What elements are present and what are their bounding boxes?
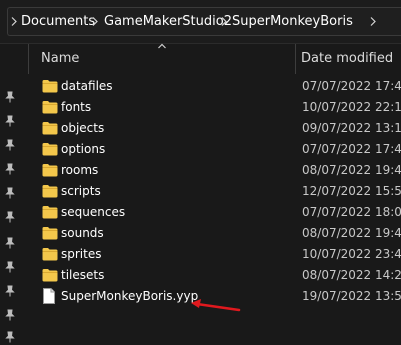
file-date-modified: 10/07/2022 23:41 — [302, 247, 401, 261]
file-name: datafiles — [61, 79, 113, 93]
folder-icon — [42, 185, 58, 198]
pin-icon[interactable] — [4, 187, 16, 199]
pin-icon[interactable] — [4, 211, 16, 223]
list-item[interactable]: options 07/07/2022 17:40 — [35, 139, 401, 160]
file-date-modified: 19/07/2022 13:53 — [302, 289, 401, 303]
pin-icon[interactable] — [4, 91, 16, 103]
file-name: fonts — [61, 100, 92, 114]
file-date-modified: 08/07/2022 19:47 — [302, 163, 401, 177]
pin-icon[interactable] — [4, 331, 16, 343]
folder-icon — [42, 206, 58, 219]
file-date-modified: 07/07/2022 18:09 — [302, 205, 401, 219]
folder-icon — [42, 269, 58, 282]
file-date-modified: 08/07/2022 19:44 — [302, 226, 401, 240]
file-name: SuperMonkeyBoris.yyp — [61, 289, 199, 303]
folder-icon — [42, 164, 58, 177]
column-divider[interactable] — [295, 44, 296, 74]
pin-icon[interactable] — [4, 237, 16, 249]
quick-access-rail — [0, 44, 22, 345]
sort-ascending-icon — [158, 43, 166, 49]
red-arrow-annotation — [191, 299, 241, 312]
chevron-right-icon[interactable] — [91, 13, 99, 30]
list-item[interactable]: sequences 07/07/2022 18:09 — [35, 202, 401, 223]
column-header-date-modified[interactable]: Date modified — [301, 44, 393, 74]
breadcrumb-item-supermonkeyboris[interactable]: SuperMonkeyBoris — [232, 13, 353, 30]
pin-icon[interactable] — [4, 261, 16, 273]
file-name: sprites — [61, 247, 102, 261]
pin-icon[interactable] — [4, 309, 16, 321]
column-header-name[interactable]: Name — [41, 44, 79, 74]
pin-icon[interactable] — [4, 163, 16, 175]
file-date-modified: 08/07/2022 14:24 — [302, 268, 401, 282]
list-item[interactable]: fonts 10/07/2022 22:15 — [35, 97, 401, 118]
file-name: rooms — [61, 163, 99, 177]
folder-icon — [42, 122, 58, 135]
file-name: scripts — [61, 184, 101, 198]
file-date-modified: 12/07/2022 15:51 — [302, 184, 401, 198]
folder-icon — [42, 143, 58, 156]
file-date-modified: 10/07/2022 22:15 — [302, 100, 401, 114]
chevron-right-icon[interactable] — [369, 13, 377, 30]
address-bar: Documents GameMakerStudio2 SuperMonkeyBo… — [0, 0, 401, 44]
folder-icon — [42, 248, 58, 261]
list-item[interactable]: rooms 08/07/2022 19:47 — [35, 160, 401, 181]
file-date-modified: 09/07/2022 13:12 — [302, 121, 401, 135]
file-date-modified: 07/07/2022 17:40 — [302, 142, 401, 156]
pin-icon[interactable] — [4, 115, 16, 127]
column-divider[interactable] — [28, 44, 29, 74]
folder-icon — [42, 80, 58, 93]
list-item[interactable]: sprites 10/07/2022 23:41 — [35, 244, 401, 265]
list-item[interactable]: tilesets 08/07/2022 14:24 — [35, 265, 401, 286]
file-name: sequences — [61, 205, 126, 219]
file-name: objects — [61, 121, 105, 135]
list-item[interactable]: objects 09/07/2022 13:12 — [35, 118, 401, 139]
file-date-modified: 07/07/2022 17:40 — [302, 79, 401, 93]
folder-icon — [42, 227, 58, 240]
file-name: options — [61, 142, 106, 156]
pin-icon[interactable] — [4, 139, 16, 151]
chevron-right-icon[interactable] — [220, 13, 228, 30]
list-item[interactable]: scripts 12/07/2022 15:51 — [35, 181, 401, 202]
breadcrumb-item-gamemakerstudio2[interactable]: GameMakerStudio2 — [104, 13, 232, 30]
list-item[interactable]: sounds 08/07/2022 19:44 — [35, 223, 401, 244]
breadcrumb-item-documents[interactable]: Documents — [21, 13, 95, 30]
folder-icon — [42, 101, 58, 114]
file-name: sounds — [61, 226, 104, 240]
document-icon — [43, 288, 55, 304]
list-item[interactable]: datafiles 07/07/2022 17:40 — [35, 76, 401, 97]
file-name: tilesets — [61, 268, 105, 282]
pin-icon[interactable] — [4, 285, 16, 297]
chevron-right-icon[interactable] — [10, 13, 18, 30]
